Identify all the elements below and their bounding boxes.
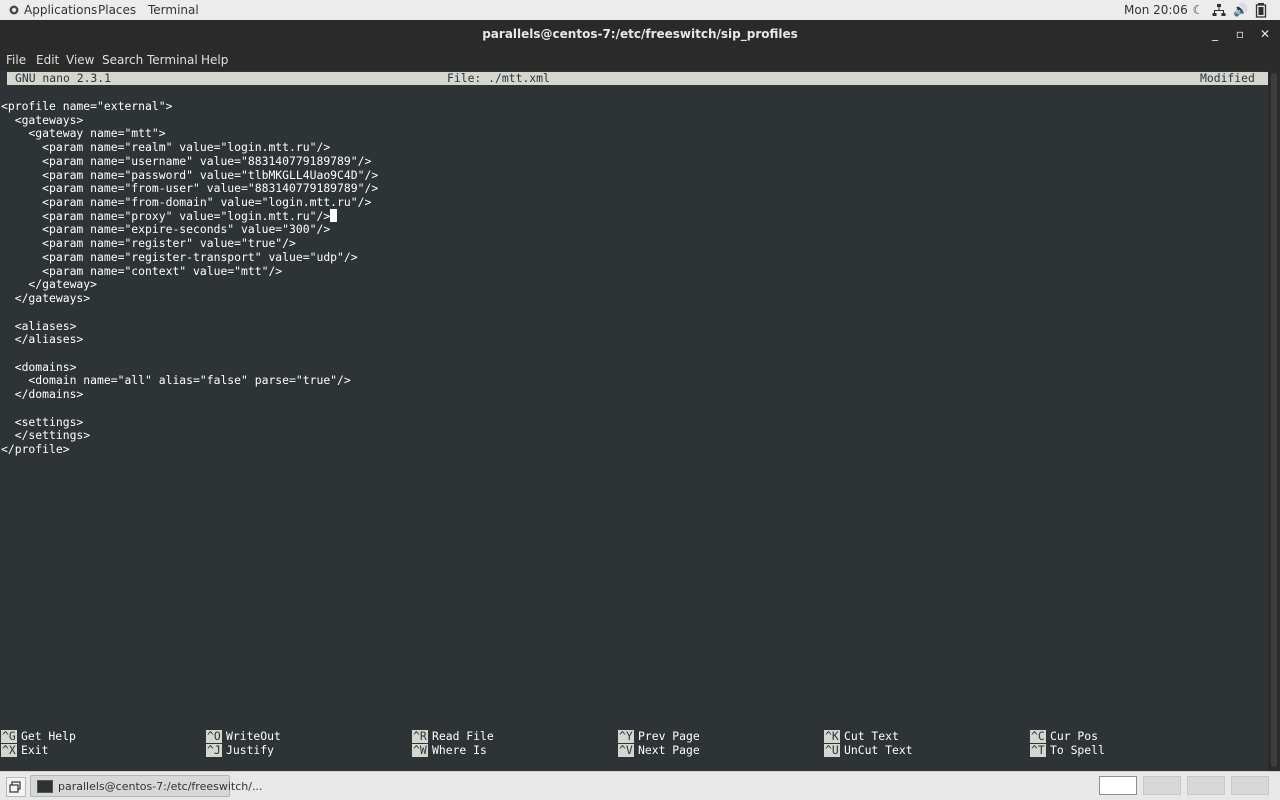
terminal-area[interactable]: GNU nano 2.3.1 File: ./mtt.xml Modified … (0, 71, 1268, 771)
shortcut-label: Get Help (21, 729, 76, 743)
shortcut-label: Cur Pos (1050, 729, 1099, 743)
shortcut-label: Where Is (432, 743, 487, 757)
bottom-taskbar: parallels@centos-7:/etc/freeswitch/... (0, 771, 1280, 800)
terminal-scrollbar[interactable] (1268, 71, 1280, 771)
terminal-icon (37, 780, 53, 793)
taskbar-terminal-window[interactable]: parallels@centos-7:/etc/freeswitch/... (30, 775, 262, 797)
shortcut-label: Next Page (638, 743, 700, 757)
shortcut-label: UnCut Text (844, 743, 913, 757)
menu-view[interactable]: View (66, 53, 94, 67)
taskbar-window-label: parallels@centos-7:/etc/freeswitch/... (58, 780, 263, 793)
code-line[interactable]: <gateway name="mtt"> (1, 126, 165, 140)
shortcut-key[interactable]: ^O (206, 730, 222, 743)
workspace-1[interactable] (1099, 776, 1137, 795)
shortcut-key[interactable]: ^C (1030, 730, 1046, 743)
window-title-bar[interactable]: parallels@centos-7:/etc/freeswitch/sip_p… (0, 20, 1280, 49)
network-icon[interactable] (1212, 2, 1226, 18)
code-line[interactable]: </gateways> (1, 291, 90, 305)
code-line[interactable]: <param name="expire-seconds" value="300"… (1, 222, 330, 236)
code-line[interactable]: </aliases> (1, 332, 84, 346)
battery-icon[interactable] (1254, 2, 1268, 18)
activities-icon (9, 5, 19, 15)
shortcut-label: WriteOut (226, 729, 281, 743)
terminal-app-menu[interactable]: Terminal (148, 3, 199, 17)
shortcut-label: To Spell (1050, 743, 1105, 757)
window-title: parallels@centos-7:/etc/freeswitch/sip_p… (482, 27, 798, 41)
code-line[interactable]: <param name="realm" value="login.mtt.ru"… (1, 140, 330, 154)
shortcut-key[interactable]: ^G (1, 730, 17, 743)
night-mode-icon[interactable]: ☾ (1191, 2, 1205, 18)
code-line[interactable]: <param name="password" value="tlbMKGLL4U… (1, 168, 378, 182)
menu-file[interactable]: File (6, 53, 26, 67)
workspace-3[interactable] (1187, 776, 1225, 795)
code-line[interactable]: <gateways> (1, 113, 84, 127)
shortcut-label: Justify (226, 743, 275, 757)
code-line[interactable]: <param name="register" value="true"/> (1, 236, 296, 250)
code-line[interactable]: <param name="from-domain" value="login.m… (1, 195, 371, 209)
volume-icon[interactable]: 🔊 (1233, 2, 1248, 18)
code-line[interactable]: <aliases> (1, 319, 77, 333)
show-desktop-button[interactable] (6, 777, 26, 797)
nano-header-bar: GNU nano 2.3.1 File: ./mtt.xml Modified (7, 72, 1268, 85)
shortcut-key[interactable]: ^W (412, 744, 428, 757)
nano-modified-status: Modified (1200, 71, 1255, 85)
terminal-menubar: File Edit View Search Terminal Help (0, 49, 1280, 71)
nano-filename: File: ./mtt.xml (447, 71, 550, 85)
workspace-4[interactable] (1231, 776, 1269, 795)
close-icon[interactable]: ✕ (1257, 25, 1273, 43)
code-line[interactable]: <domains> (1, 360, 77, 374)
code-line[interactable]: <param name="username" value="8831407791… (1, 154, 371, 168)
menu-terminal[interactable]: Terminal (147, 53, 198, 67)
shortcut-key[interactable]: ^K (824, 730, 840, 743)
shortcut-label: Cut Text (844, 729, 899, 743)
shortcut-key[interactable]: ^Y (618, 730, 634, 743)
menu-search[interactable]: Search (102, 53, 143, 67)
code-line[interactable]: <param name="from-user" value="883140779… (1, 181, 378, 195)
top-bar: Applications Places Terminal Mon 20:06 ☾… (0, 0, 1280, 20)
show-desktop-icon (9, 781, 21, 793)
shortcut-key[interactable]: ^X (1, 744, 17, 757)
code-line[interactable]: <domain name="all" alias="false" parse="… (1, 373, 350, 387)
code-line[interactable]: </domains> (1, 387, 84, 401)
code-line[interactable]: </profile> (1, 442, 70, 456)
shortcut-key[interactable]: ^V (618, 744, 634, 757)
menu-help[interactable]: Help (201, 53, 228, 67)
text-cursor (330, 208, 338, 222)
shortcut-label: Exit (21, 743, 49, 757)
menu-edit[interactable]: Edit (36, 53, 59, 67)
code-line[interactable]: <settings> (1, 415, 84, 429)
shortcut-key[interactable]: ^U (824, 744, 840, 757)
applications-menu[interactable]: Applications (24, 3, 97, 17)
code-line[interactable]: <param name="register-transport" value="… (1, 250, 357, 264)
code-line[interactable]: <param name="context" value="mtt"/> (1, 264, 282, 278)
places-menu[interactable]: Places (98, 3, 136, 17)
shortcut-label: Prev Page (638, 729, 700, 743)
shortcut-label: Read File (432, 729, 494, 743)
shortcut-key[interactable]: ^J (206, 744, 222, 757)
nano-version: GNU nano 2.3.1 (15, 71, 112, 85)
clock[interactable]: Mon 20:06 (1124, 3, 1188, 17)
workspace-2[interactable] (1143, 776, 1181, 795)
shortcut-key[interactable]: ^R (412, 730, 428, 743)
code-line[interactable]: <param name="proxy" value="login.mtt.ru"… (1, 208, 338, 223)
code-line[interactable]: </gateway> (1, 277, 97, 291)
minimize-icon[interactable]: _ (1207, 25, 1223, 43)
scrollbar-thumb[interactable] (1271, 73, 1277, 767)
code-line[interactable]: </settings> (1, 428, 90, 442)
maximize-icon[interactable]: ▫ (1232, 25, 1248, 43)
shortcut-key[interactable]: ^T (1030, 744, 1046, 757)
code-line[interactable]: <profile name="external"> (1, 99, 172, 113)
